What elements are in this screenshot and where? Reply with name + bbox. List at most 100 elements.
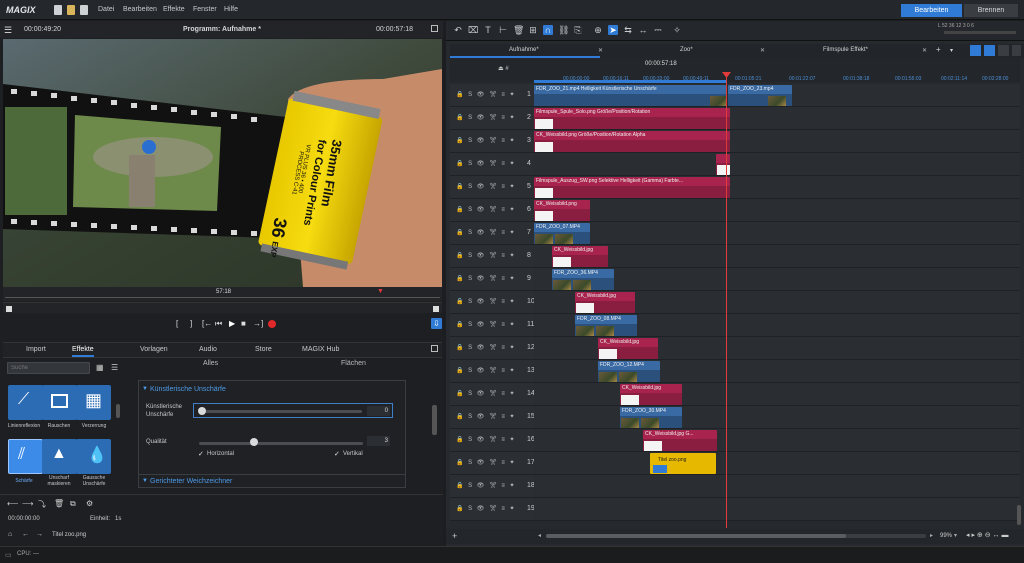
effect-tile-linienreflexion[interactable]: ⟋ [8, 385, 43, 420]
track-header[interactable]: 🔒 S 👁 ✂ ≡ ✦ 4 [450, 153, 534, 176]
pointer-icon[interactable]: ➤ [608, 25, 618, 35]
timeline-clip[interactable]: CK_Weissbild.jpg [598, 338, 658, 359]
record-button[interactable] [268, 320, 276, 328]
timeline-clip[interactable]: FDR_ZOO_08.MP4 [575, 315, 637, 336]
track-header[interactable]: 🔒 S 👁 ✂ ≡ ✦ 1 [450, 84, 534, 107]
close-icon[interactable]: ✕ [760, 47, 765, 54]
quality-value[interactable]: 3 [367, 436, 390, 446]
menu-bearbeiten[interactable]: Bearbeiten [123, 6, 157, 13]
track-controls[interactable]: 🔒 S 👁 ✂ ≡ ✦ [456, 390, 516, 397]
track-header[interactable]: 🔒 S 👁 ✂ ≡ ✦ 2 [450, 107, 534, 130]
timeline-clip[interactable]: FDR_ZOO_36.MP4 [552, 269, 614, 290]
timeline-clip[interactable] [716, 154, 730, 175]
track-controls[interactable]: 🔒 S 👁 ✂ ≡ ✦ [456, 252, 516, 259]
unit-value[interactable]: 1s [115, 516, 121, 522]
track-controls[interactable]: 🔒 S 👁 ✂ ≡ ✦ [456, 137, 516, 144]
playhead-marker-icon[interactable]: ▼ [377, 288, 384, 295]
mark-out-button[interactable]: ] [190, 319, 192, 328]
text-icon[interactable]: T [483, 25, 493, 35]
effect-tile-unscharf-maskieren[interactable]: ▲ [42, 439, 77, 474]
track-controls[interactable]: 🔒 S 👁 ✂ ≡ ✦ [456, 160, 516, 167]
track-header[interactable]: 🔒 S 👁 ✂ ≡ ✦ 16 [450, 429, 535, 452]
checkbox-icon[interactable]: ✓ [198, 450, 204, 458]
zoom-controls[interactable]: ◂ ▸ ⊕ ⊖ ↔ ▬ [966, 531, 1008, 539]
delete-icon[interactable]: 🗑 [513, 25, 524, 35]
timeline-clip[interactable]: Filmspule_Auszug_SW.png Selektive Hellig… [534, 177, 730, 198]
category-alles[interactable]: Alles [203, 360, 218, 367]
track-header[interactable]: 🔒 S 👁 ✂ ≡ ✦ 13 [450, 360, 535, 383]
magnet-icon[interactable]: ∩ [543, 25, 553, 35]
split-icon[interactable]: ⊢ [498, 25, 508, 35]
track-header[interactable]: 🔒 S 👁 ✂ ≡ ✦ 3 [450, 130, 534, 153]
effect-tile-gaussche-unschaerfe[interactable]: 💧 [76, 439, 111, 474]
open-folder-icon[interactable] [67, 5, 75, 15]
new-file-icon[interactable] [54, 5, 62, 15]
timeline-clip[interactable]: FDR_ZOO_12.MP4 [598, 361, 660, 382]
track-controls[interactable]: 🔒 S 👁 ✂ ≡ ✦ [456, 114, 516, 121]
collapse-icon[interactable]: ▼ [142, 386, 148, 392]
timeline-clip[interactable]: FDR_ZOO_30.MP4 [620, 407, 682, 428]
track-header[interactable]: 🔒 S 👁 ✂ ≡ ✦ 10 [450, 291, 535, 314]
timeline-clip[interactable]: CK_Weissbild.jpg [575, 292, 635, 313]
track-lane[interactable] [534, 406, 1020, 429]
category-flaechen[interactable]: Flächen [341, 360, 366, 367]
timeline-clip[interactable]: FDR_ZOO_23.mp4 [728, 85, 792, 106]
track-controls[interactable]: 🔒 S 👁 ✂ ≡ ✦ [456, 275, 516, 282]
copy-icon[interactable]: ⧉ [70, 499, 76, 509]
effect-tile-rauschen[interactable] [42, 385, 77, 420]
timeline-clip[interactable]: Filmspule_Spule_Solo.png Größe/Position/… [534, 108, 730, 129]
maximize-icon[interactable] [431, 345, 438, 352]
track-header[interactable]: 🔒 S 👁 ✂ ≡ ✦ 19 [450, 498, 535, 521]
track-controls[interactable]: 🔒 S 👁 ✂ ≡ ✦ [456, 321, 516, 328]
add-track-icon[interactable]: + [452, 531, 457, 541]
track-lane[interactable] [534, 222, 1020, 245]
hamburger-icon[interactable]: ☰ [4, 25, 12, 36]
effect-tile-schaerfe[interactable]: ⫽ [8, 439, 43, 474]
quality-slider-track[interactable] [199, 442, 363, 445]
link-icon[interactable]: ⛓ [558, 25, 569, 35]
track-header[interactable]: 🔒 S 👁 ✂ ≡ ✦ 8 [450, 245, 534, 268]
timeline-clip[interactable]: FDR_ZOO_07.MP4 [534, 223, 590, 244]
effect-tool-icon[interactable]: ✧ [672, 25, 682, 35]
tab-import[interactable]: Import [26, 346, 46, 353]
monitor-scrubbar[interactable]: 57:18 ▼ [3, 287, 442, 301]
track-header[interactable]: 🔒 S 👁 ✂ ≡ ✦ 11 [450, 314, 534, 337]
timeline-clip[interactable]: FDR_ZOO_21.mp4 Helligkeit Künstlerische … [534, 85, 726, 106]
track-header[interactable]: 🔒 S 👁 ✂ ≡ ✦ 5 [450, 176, 534, 199]
tab-aufnahme[interactable]: Aufnahme* [509, 47, 539, 53]
track-controls[interactable]: 🔒 S 👁 ✂ ≡ ✦ [456, 459, 516, 466]
tab-filmspule-effekt[interactable]: Filmspule Effekt* [823, 47, 868, 53]
grid-view-icon[interactable]: ▦ [96, 363, 104, 372]
timeline-clip[interactable]: CK_Weissbild.png [534, 200, 590, 221]
track-controls[interactable]: 🔒 S 👁 ✂ ≡ ✦ [456, 206, 516, 213]
undo-icon[interactable]: ↶ [453, 25, 463, 35]
add-tab-icon[interactable]: + [936, 45, 941, 54]
delete-icon[interactable]: 🗑 [54, 499, 64, 508]
slider-knob[interactable] [198, 407, 206, 415]
range-icon[interactable]: ⇆ [623, 25, 633, 35]
view-storyboard-icon[interactable] [984, 45, 995, 56]
track-lane[interactable] [534, 199, 1020, 222]
track-header[interactable]: 🔒 S 👁 ✂ ≡ ✦ 15 [450, 406, 535, 429]
trim-icon[interactable]: ⊞ [528, 25, 538, 35]
settings-icon[interactable]: ⚙ [86, 499, 93, 508]
track-header[interactable]: 🔒 S 👁 ✂ ≡ ✦ 14 [450, 383, 535, 406]
param-slider-box[interactable]: 0 [193, 403, 393, 418]
save-icon[interactable] [80, 5, 88, 15]
view-more-icon[interactable] [1012, 45, 1021, 56]
home-icon[interactable]: ⌂ [8, 531, 12, 538]
scroll-left-icon[interactable]: ◂ [538, 532, 541, 539]
scroll-handle-left[interactable] [6, 306, 12, 312]
mark-in-button[interactable]: [ [176, 319, 178, 328]
marker-icon[interactable]: ⊕ [593, 25, 603, 35]
track-lane[interactable] [534, 498, 1020, 521]
range-bar[interactable] [534, 80, 726, 83]
zoom-value[interactable]: 99% [940, 533, 952, 539]
param-value[interactable]: 0 [367, 406, 390, 416]
track-header[interactable]: 🔒 S 👁 ✂ ≡ ✦ 12 [450, 337, 535, 360]
previous-button[interactable]: ⏮ [215, 319, 222, 329]
menu-fenster[interactable]: Fenster [193, 6, 217, 13]
track-lane[interactable] [534, 153, 1020, 176]
tiles-scrollbar[interactable] [116, 404, 120, 418]
timeline-clip[interactable]: Titel zoo.png [650, 453, 716, 474]
